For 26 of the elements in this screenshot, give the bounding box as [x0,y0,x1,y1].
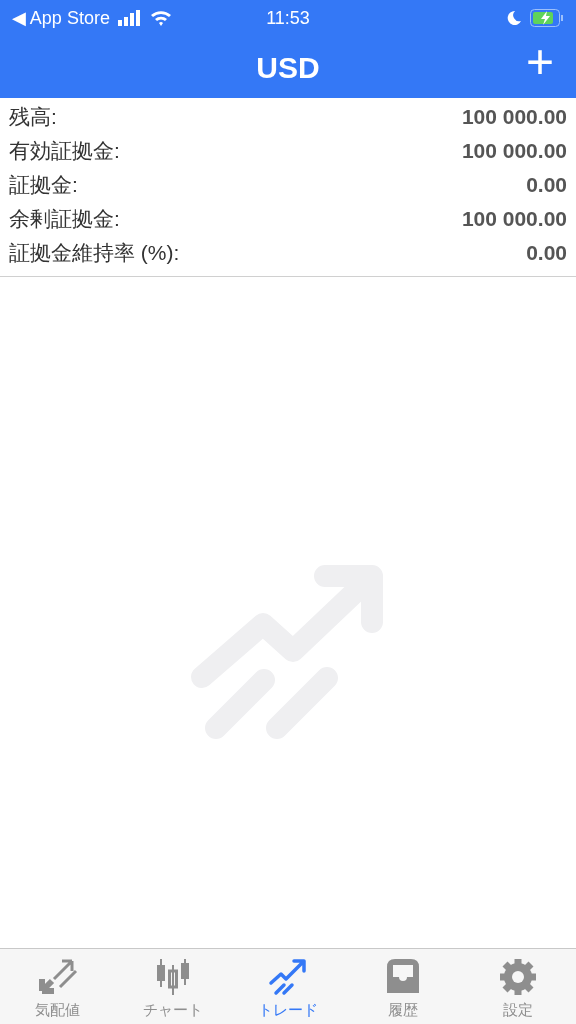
wifi-icon [149,10,172,26]
moon-icon [506,10,522,26]
summary-label: 証拠金維持率 (%): [9,240,180,267]
summary-value: 100 000.00 [461,104,567,131]
summary-label: 証拠金: [9,172,78,199]
add-button[interactable]: + [525,38,554,86]
summary-value: 0.00 [526,172,567,199]
bidirectional-arrow-icon [37,957,78,997]
tab-bar-item[interactable]: 履歴 [345,949,461,1024]
summary-value: 100 000.00 [461,206,567,233]
summary-label: 残高: [9,104,57,131]
summary-value: 0.00 [526,240,567,267]
battery-icon [530,9,564,27]
account-currency-title: USD [256,49,320,86]
tab-bar-item[interactable]: トレード [230,949,346,1024]
summary-value: 100 000.00 [461,138,567,165]
clock-time: 11:53 [265,6,311,30]
tab-bar-item[interactable]: 気配値 [0,949,116,1024]
trend-arrow-icon [268,957,308,997]
tab-bar-item[interactable]: 設定 [460,949,576,1024]
summary-label: 有効証拠金: [9,138,120,165]
summary-label: 余剰証拠金: [9,206,120,233]
signal-icon [117,10,142,26]
back-to-app-link[interactable]: ◀ App Store [12,4,110,32]
tab-bar-item[interactable]: チャート [115,949,231,1024]
settings-icon [498,957,539,997]
